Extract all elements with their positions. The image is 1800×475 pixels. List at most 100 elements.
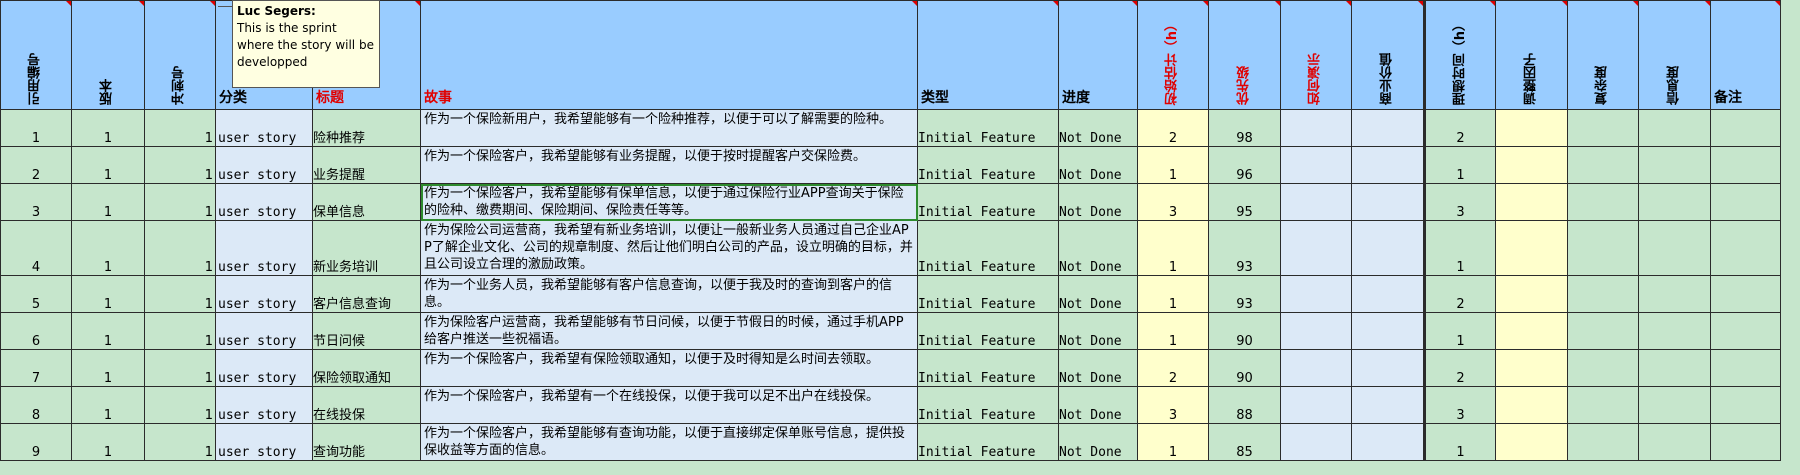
- story-cell[interactable]: 作为一个保险客户，我希望能够有保单信息，以便于通过保险行业APP查询关于保险的险…: [420, 183, 918, 221]
- progress-cell[interactable]: Not Done: [1058, 423, 1138, 461]
- ref-cell[interactable]: 9: [0, 423, 72, 461]
- adjust-factor-cell[interactable]: [1495, 349, 1568, 387]
- business-value-cell[interactable]: [1351, 275, 1425, 313]
- business-value-cell[interactable]: [1351, 183, 1425, 221]
- header-progress[interactable]: 进度: [1058, 0, 1138, 110]
- complexity-cell[interactable]: [1567, 109, 1639, 147]
- business-value-cell[interactable]: [1351, 109, 1425, 147]
- sprint-cell[interactable]: 1: [144, 386, 216, 424]
- ideal-time-cell[interactable]: 1: [1423, 146, 1496, 184]
- demo-cell[interactable]: [1280, 349, 1352, 387]
- complexity-cell[interactable]: [1567, 220, 1639, 276]
- adjust-factor-cell[interactable]: [1495, 109, 1568, 147]
- type-cell[interactable]: Initial Feature: [917, 220, 1059, 276]
- category-cell[interactable]: user story: [215, 275, 313, 313]
- confidence-cell[interactable]: [1638, 423, 1711, 461]
- estimate-cell[interactable]: 3: [1137, 183, 1209, 221]
- category-cell[interactable]: user story: [215, 183, 313, 221]
- ref-cell[interactable]: 1: [0, 109, 72, 147]
- ideal-time-cell[interactable]: 2: [1423, 349, 1496, 387]
- confidence-cell[interactable]: [1638, 109, 1711, 147]
- priority-cell[interactable]: 85: [1208, 423, 1281, 461]
- notes-cell[interactable]: [1710, 146, 1781, 184]
- estimate-cell[interactable]: 2: [1137, 349, 1209, 387]
- adjust-factor-cell[interactable]: [1495, 275, 1568, 313]
- sprint-cell[interactable]: 1: [144, 312, 216, 350]
- demo-cell[interactable]: [1280, 183, 1352, 221]
- header-type[interactable]: 类型: [917, 0, 1059, 110]
- complexity-cell[interactable]: [1567, 423, 1639, 461]
- business-value-cell[interactable]: [1351, 349, 1425, 387]
- business-value-cell[interactable]: [1351, 220, 1425, 276]
- header-business-value[interactable]: 商业价值: [1351, 0, 1425, 110]
- version-cell[interactable]: 1: [71, 146, 145, 184]
- estimate-cell[interactable]: 1: [1137, 146, 1209, 184]
- header-priority[interactable]: 优先级: [1208, 0, 1281, 110]
- ref-cell[interactable]: 7: [0, 349, 72, 387]
- progress-cell[interactable]: Not Done: [1058, 183, 1138, 221]
- notes-cell[interactable]: [1710, 386, 1781, 424]
- adjust-factor-cell[interactable]: [1495, 423, 1568, 461]
- header-demo[interactable]: 如何演示: [1280, 0, 1352, 110]
- ref-cell[interactable]: 5: [0, 275, 72, 313]
- story-cell[interactable]: 作为一个业务人员，我希望能够有客户信息查询，以便于我及时的查询到客户的信息。: [420, 275, 918, 313]
- priority-cell[interactable]: 95: [1208, 183, 1281, 221]
- story-cell[interactable]: 作为一个保险客户，我希望有一个在线投保，以便于我可以足不出户在线投保。: [420, 386, 918, 424]
- ideal-time-cell[interactable]: 1: [1423, 220, 1496, 276]
- confidence-cell[interactable]: [1638, 386, 1711, 424]
- ideal-time-cell[interactable]: 2: [1423, 109, 1496, 147]
- confidence-cell[interactable]: [1638, 312, 1711, 350]
- sprint-cell[interactable]: 1: [144, 183, 216, 221]
- category-cell[interactable]: user story: [215, 312, 313, 350]
- ref-cell[interactable]: 6: [0, 312, 72, 350]
- title-cell[interactable]: 新业务培训: [312, 220, 421, 276]
- progress-cell[interactable]: Not Done: [1058, 109, 1138, 147]
- category-cell[interactable]: user story: [215, 146, 313, 184]
- sprint-cell[interactable]: 1: [144, 220, 216, 276]
- adjust-factor-cell[interactable]: [1495, 312, 1568, 350]
- adjust-factor-cell[interactable]: [1495, 183, 1568, 221]
- version-cell[interactable]: 1: [71, 275, 145, 313]
- complexity-cell[interactable]: [1567, 386, 1639, 424]
- priority-cell[interactable]: 90: [1208, 349, 1281, 387]
- demo-cell[interactable]: [1280, 275, 1352, 313]
- category-cell[interactable]: user story: [215, 386, 313, 424]
- demo-cell[interactable]: [1280, 220, 1352, 276]
- version-cell[interactable]: 1: [71, 109, 145, 147]
- complexity-cell[interactable]: [1567, 275, 1639, 313]
- ref-cell[interactable]: 3: [0, 183, 72, 221]
- sprint-cell[interactable]: 1: [144, 349, 216, 387]
- confidence-cell[interactable]: [1638, 220, 1711, 276]
- progress-cell[interactable]: Not Done: [1058, 312, 1138, 350]
- title-cell[interactable]: 业务提醒: [312, 146, 421, 184]
- confidence-cell[interactable]: [1638, 183, 1711, 221]
- estimate-cell[interactable]: 1: [1137, 275, 1209, 313]
- version-cell[interactable]: 1: [71, 423, 145, 461]
- sprint-cell[interactable]: 1: [144, 109, 216, 147]
- demo-cell[interactable]: [1280, 146, 1352, 184]
- progress-cell[interactable]: Not Done: [1058, 275, 1138, 313]
- category-cell[interactable]: user story: [215, 109, 313, 147]
- header-ideal-time[interactable]: 理想时间（h）: [1423, 0, 1496, 110]
- story-cell[interactable]: 作为保险公司运营商，我希望有新业务培训，以便让一般新业务人员通过自己企业APP了…: [420, 220, 918, 276]
- type-cell[interactable]: Initial Feature: [917, 109, 1059, 147]
- ideal-time-cell[interactable]: 3: [1423, 183, 1496, 221]
- type-cell[interactable]: Initial Feature: [917, 312, 1059, 350]
- story-cell[interactable]: 作为一个保险新用户，我希望能够有一个险种推荐，以便于可以了解需要的险种。: [420, 109, 918, 147]
- estimate-cell[interactable]: 1: [1137, 220, 1209, 276]
- adjust-factor-cell[interactable]: [1495, 386, 1568, 424]
- progress-cell[interactable]: Not Done: [1058, 146, 1138, 184]
- notes-cell[interactable]: [1710, 183, 1781, 221]
- priority-cell[interactable]: 98: [1208, 109, 1281, 147]
- estimate-cell[interactable]: 1: [1137, 312, 1209, 350]
- title-cell[interactable]: 保单信息: [312, 183, 421, 221]
- progress-cell[interactable]: Not Done: [1058, 349, 1138, 387]
- type-cell[interactable]: Initial Feature: [917, 386, 1059, 424]
- confidence-cell[interactable]: [1638, 349, 1711, 387]
- story-cell[interactable]: 作为一个保险客户，我希望能够有业务提醒，以便于按时提醒客户交保险费。: [420, 146, 918, 184]
- header-complexity[interactable]: 复杂度: [1567, 0, 1639, 110]
- title-cell[interactable]: 客户信息查询: [312, 275, 421, 313]
- priority-cell[interactable]: 93: [1208, 275, 1281, 313]
- notes-cell[interactable]: [1710, 109, 1781, 147]
- notes-cell[interactable]: [1710, 312, 1781, 350]
